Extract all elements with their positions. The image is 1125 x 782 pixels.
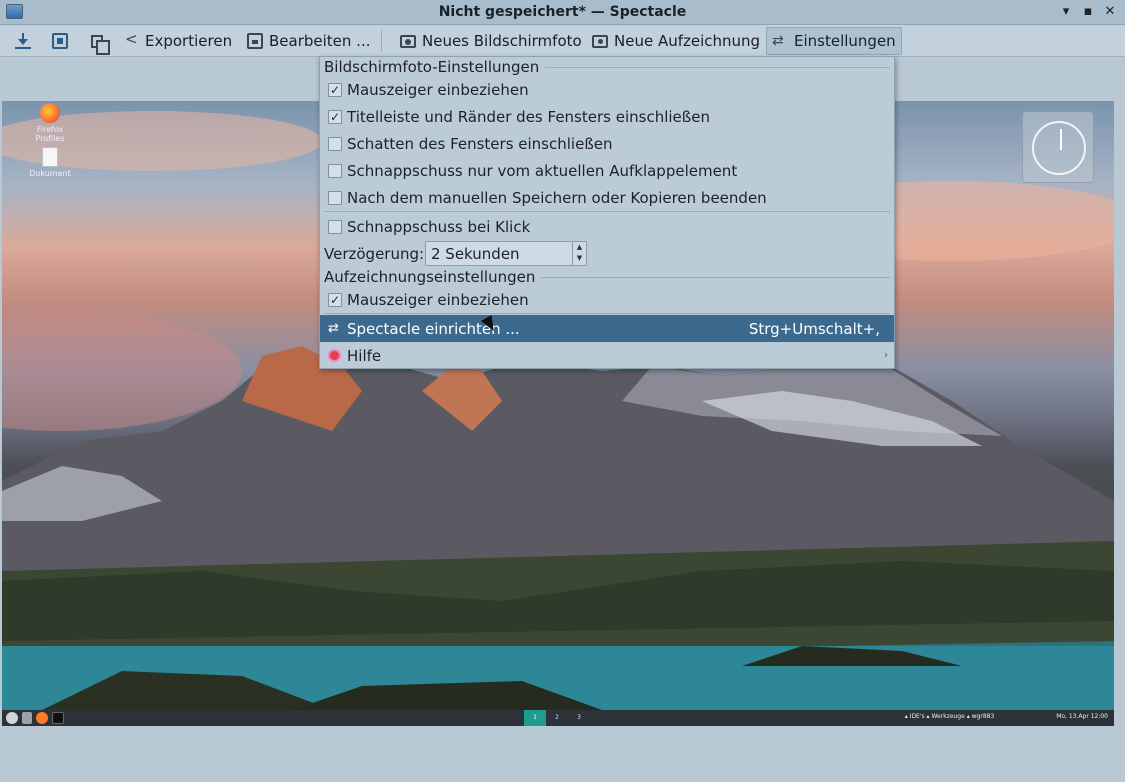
export-button[interactable]: Exportieren <box>120 27 237 55</box>
close-button[interactable]: ✕ <box>1100 2 1120 22</box>
option-label: Titelleiste und Ränder des Fensters eins… <box>347 107 710 126</box>
checkbox[interactable] <box>328 219 342 234</box>
section-line <box>541 276 890 278</box>
pager-desktop-3[interactable]: 3 <box>568 710 590 726</box>
terminal-icon[interactable] <box>52 712 64 724</box>
pager-desktop-1[interactable]: 1 <box>524 710 546 726</box>
option-capture-on-click[interactable]: Schnappschuss bei Klick <box>320 213 894 240</box>
option-label: Schnappschuss nur vom aktuellen Aufklapp… <box>347 161 738 180</box>
delay-value[interactable]: 2 Sekunden <box>431 245 520 263</box>
option-popup-only[interactable]: Schnappschuss nur vom aktuellen Aufklapp… <box>320 157 894 184</box>
option-label: Schnappschuss bei Klick <box>347 217 531 236</box>
configure-shortcut: Strg+Umschalt+, <box>748 319 880 338</box>
pager-desktop-2[interactable]: 2 <box>546 710 568 726</box>
save-button[interactable] <box>10 27 36 55</box>
save-as-button[interactable] <box>47 27 73 55</box>
edit-label: Bearbeiten ... <box>269 32 371 50</box>
checkbox[interactable]: ✓ <box>328 109 342 124</box>
file-icon <box>42 147 58 167</box>
desktop-taskbar: 1 2 3 ▴ IDE's ▴ Werkzeuge ▴ wgr883 Mo, 1… <box>2 710 1114 726</box>
delay-label: Verzögerung: <box>324 244 425 263</box>
menu-divider <box>324 313 890 314</box>
checkbox[interactable]: ✓ <box>328 82 342 97</box>
desktop-icon-firefox[interactable]: Firefox Profiles <box>24 103 76 143</box>
option-include-pointer[interactable]: ✓ Mauszeiger einbeziehen <box>320 76 894 103</box>
option-recording-include-pointer[interactable]: ✓ Mauszeiger einbeziehen <box>320 286 894 313</box>
new-recording-button[interactable]: Neue Aufzeichnung <box>587 27 765 55</box>
settings-button[interactable]: ⇄ Einstellungen <box>766 27 902 55</box>
edit-image-icon <box>247 33 263 49</box>
option-label: Mauszeiger einbeziehen <box>347 80 529 99</box>
section-title: Aufzeichnungseinstellungen <box>324 268 536 286</box>
maximize-button[interactable]: ▪ <box>1078 2 1098 22</box>
toolbar-separator <box>381 30 382 52</box>
configure-icon: ⇄ <box>328 321 339 336</box>
virtual-desktop-pager: 1 2 3 <box>524 710 590 726</box>
help-label: Hilfe <box>347 346 382 365</box>
file-manager-icon[interactable] <box>22 712 32 724</box>
option-label: Mauszeiger einbeziehen <box>347 290 529 309</box>
save-as-icon <box>52 33 68 49</box>
option-quit-after-save[interactable]: Nach dem manuellen Speichern oder Kopier… <box>320 184 894 211</box>
checkbox[interactable] <box>328 190 342 205</box>
recording-settings-header: Aufzeichnungseinstellungen <box>324 268 890 286</box>
settings-label: Einstellungen <box>794 32 896 50</box>
option-include-shadow[interactable]: Schatten des Fensters einschließen <box>320 130 894 157</box>
window-titlebar: Nicht gespeichert* — Spectacle ▾ ▪ ✕ <box>0 0 1125 25</box>
record-icon <box>592 34 608 48</box>
option-label: Schatten des Fensters einschließen <box>347 134 613 153</box>
copy-icon <box>91 34 110 55</box>
tray-clock[interactable]: Mo, 13.Apr 12:00 <box>1056 713 1108 720</box>
spin-buttons[interactable]: ▲ ▼ <box>572 242 586 265</box>
option-label: Nach dem manuellen Speichern oder Kopier… <box>347 188 767 207</box>
share-icon <box>125 30 139 49</box>
main-toolbar: Exportieren Bearbeiten ... Neues Bildsch… <box>0 25 1125 57</box>
sliders-icon: ⇄ <box>772 33 784 49</box>
help-menu-item[interactable]: Hilfe › <box>320 342 894 369</box>
new-screenshot-label: Neues Bildschirmfoto <box>422 32 582 50</box>
submenu-arrow-icon: › <box>884 350 888 361</box>
checkbox[interactable] <box>328 163 342 178</box>
window-title: Nicht gespeichert* — Spectacle <box>438 4 687 20</box>
configure-spectacle-item[interactable]: ⇄ Spectacle einrichten ... Strg+Umschalt… <box>320 315 894 342</box>
desktop-icon-file[interactable]: Dokument <box>24 147 76 178</box>
new-screenshot-button[interactable]: Neues Bildschirmfoto <box>395 27 587 55</box>
tray-groups[interactable]: ▴ IDE's ▴ Werkzeuge ▴ wgr883 <box>905 713 995 720</box>
screenshot-settings-header: Bildschirmfoto-Einstellungen <box>324 58 890 76</box>
desktop-icon-label: Firefox Profiles <box>35 125 65 143</box>
edit-button[interactable]: Bearbeiten ... <box>242 27 375 55</box>
firefox-icon[interactable] <box>36 712 48 724</box>
clock-widget[interactable] <box>1022 111 1094 183</box>
minimize-button[interactable]: ▾ <box>1056 2 1076 22</box>
settings-menu: Bildschirmfoto-Einstellungen ✓ Mauszeige… <box>319 56 895 369</box>
download-icon <box>15 33 31 49</box>
clock-face <box>1032 121 1086 175</box>
delay-row: Verzögerung: 2 Sekunden ▲ ▼ <box>320 240 894 267</box>
firefox-icon <box>40 103 60 123</box>
section-line <box>545 66 890 68</box>
app-launcher-icon[interactable] <box>6 712 18 724</box>
checkbox[interactable]: ✓ <box>328 292 342 307</box>
help-icon <box>328 349 341 362</box>
desktop-icon-label: Dokument <box>29 169 71 178</box>
export-label: Exportieren <box>145 32 233 50</box>
system-tray: ▴ IDE's ▴ Werkzeuge ▴ wgr883 Mo, 13.Apr … <box>905 713 1108 720</box>
checkbox[interactable] <box>328 136 342 151</box>
delay-spinbox[interactable]: 2 Sekunden ▲ ▼ <box>425 241 587 266</box>
menu-divider <box>324 211 890 212</box>
new-recording-label: Neue Aufzeichnung <box>614 32 761 50</box>
camera-icon <box>400 34 416 48</box>
section-title: Bildschirmfoto-Einstellungen <box>324 58 540 76</box>
copy-button[interactable] <box>84 27 110 55</box>
option-include-decorations[interactable]: ✓ Titelleiste und Ränder des Fensters ei… <box>320 103 894 130</box>
clock-hand <box>1060 129 1062 150</box>
